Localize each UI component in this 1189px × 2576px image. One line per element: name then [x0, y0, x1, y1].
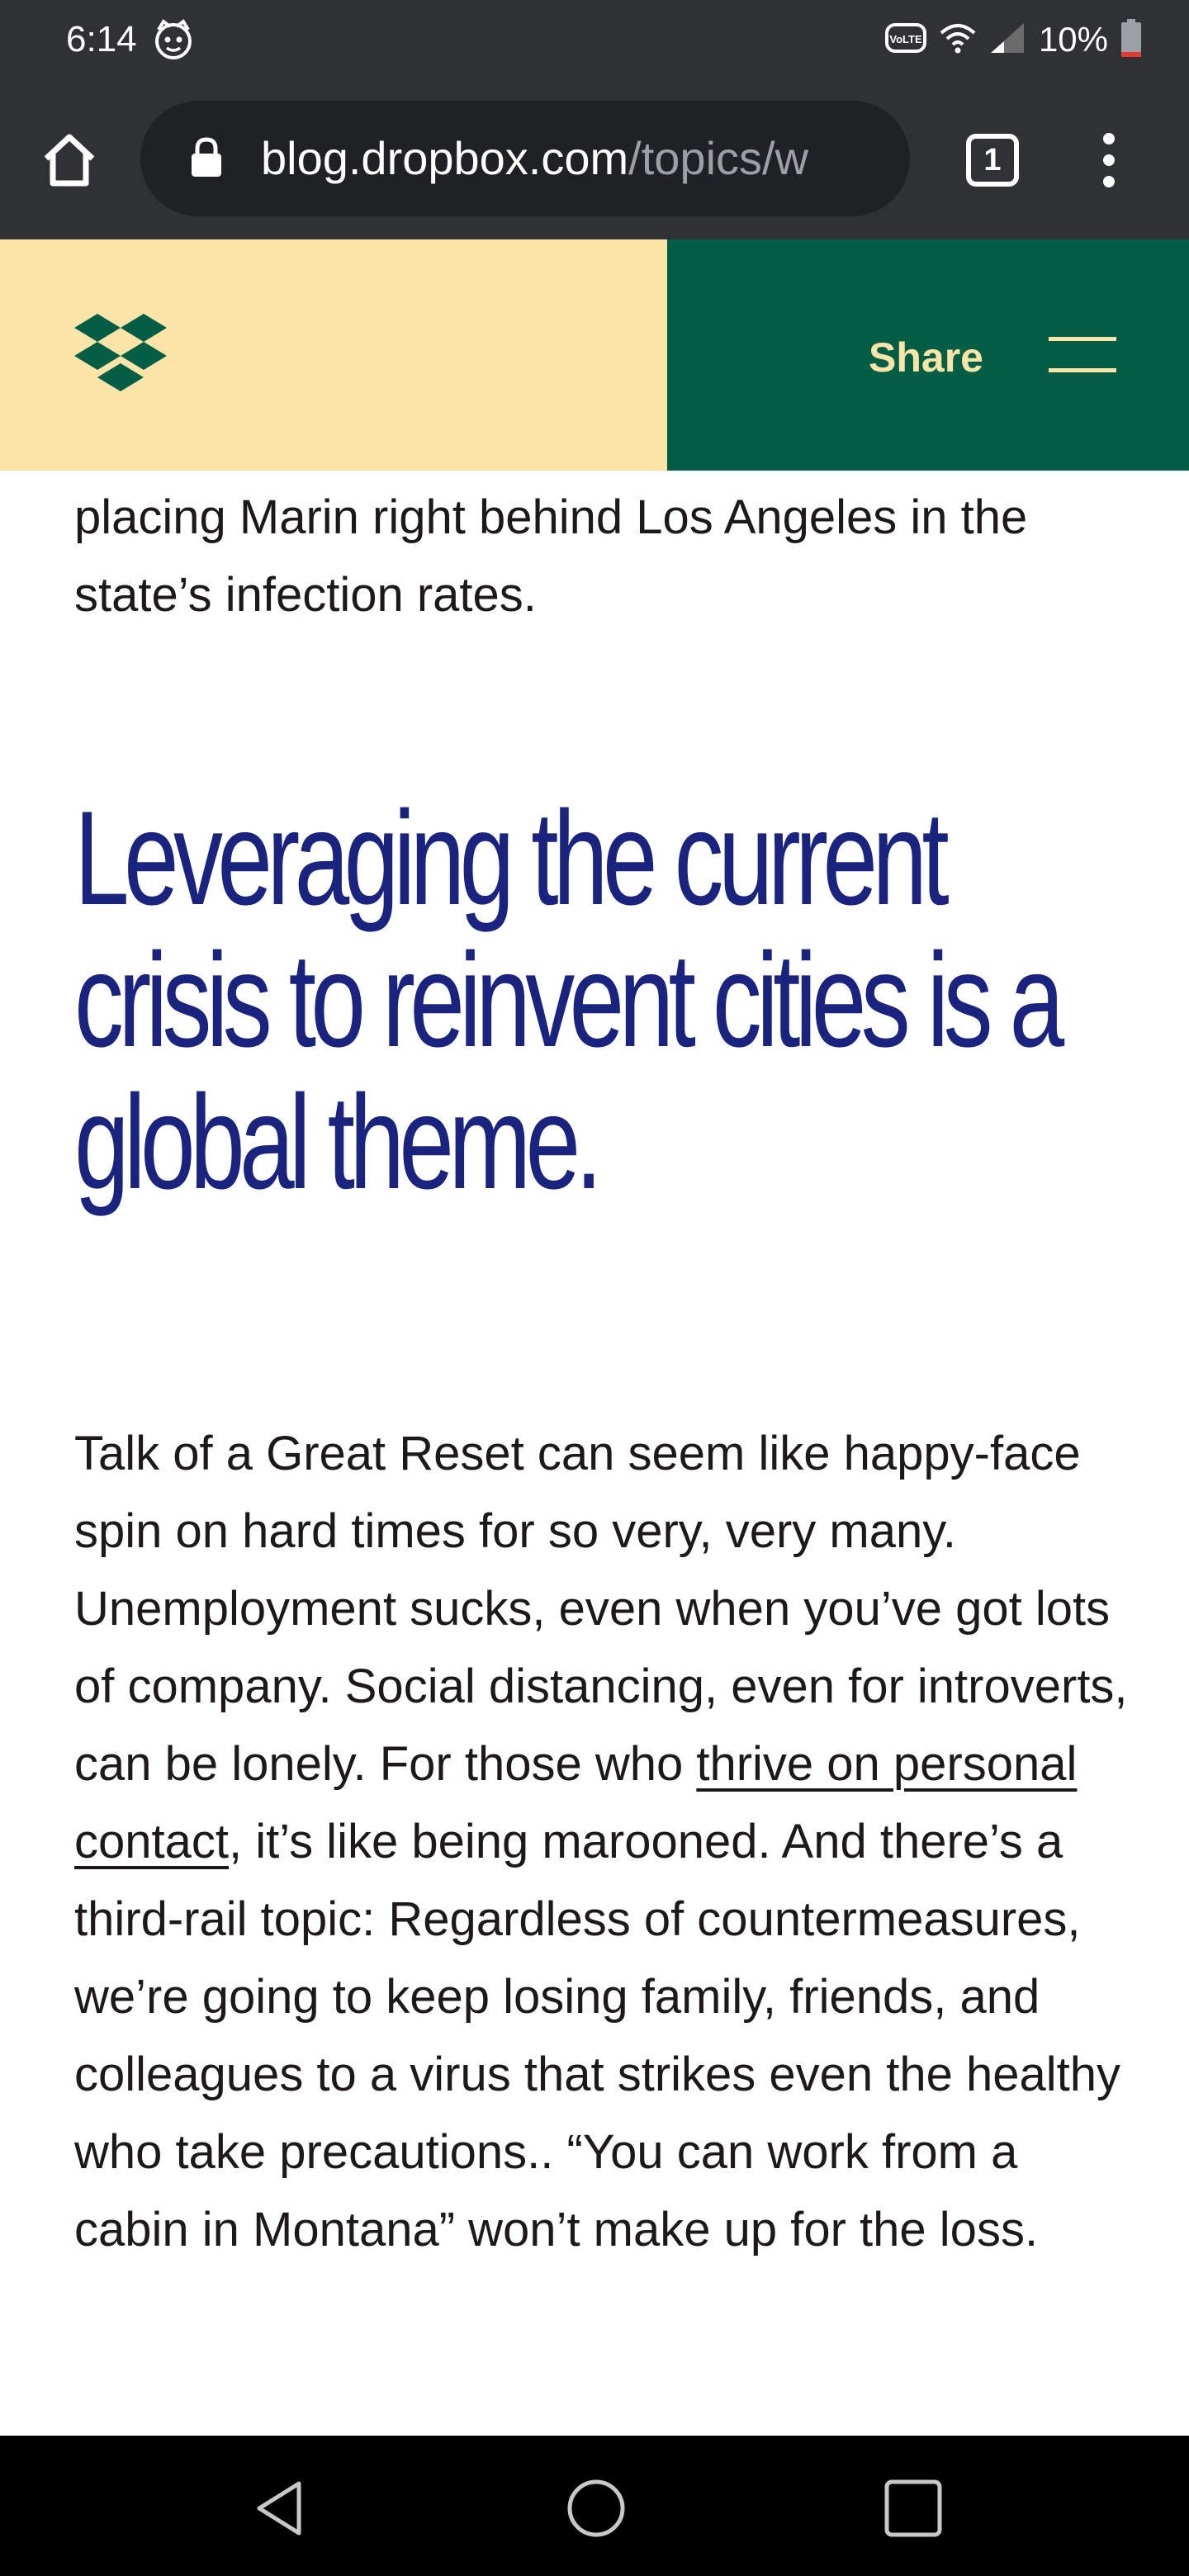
- status-bar: 6:14 VoLTE 10%: [0, 0, 1189, 79]
- battery-icon: [1120, 18, 1143, 61]
- article-content: placing Marin right behind Los Angeles i…: [0, 471, 1189, 2436]
- browser-toolbar: blog.dropbox.com/topics/w 1: [0, 79, 1189, 239]
- recents-square-icon[interactable]: [882, 2477, 945, 2540]
- url-path: /topics/w: [628, 132, 809, 184]
- url-bar[interactable]: blog.dropbox.com/topics/w: [140, 101, 910, 216]
- dropbox-logo-icon[interactable]: [73, 314, 168, 396]
- battery-percent: 10%: [1038, 20, 1108, 59]
- body-text-before-link: Talk of a Great Reset can seem like happ…: [74, 1427, 1128, 1791]
- back-triangle-icon[interactable]: [249, 2477, 312, 2540]
- status-time: 6:14: [66, 19, 137, 59]
- home-circle-icon[interactable]: [565, 2477, 628, 2540]
- tab-switcher-icon[interactable]: 1: [966, 134, 1019, 187]
- volte-label: VoLTE: [889, 33, 922, 45]
- intro-paragraph: placing Marin right behind Los Angeles i…: [74, 490, 1028, 622]
- hamburger-menu-icon[interactable]: [1049, 334, 1116, 376]
- url-host: blog.dropbox.com: [261, 132, 629, 184]
- status-indicators: VoLTE 10%: [874, 15, 1143, 64]
- share-button[interactable]: Share: [869, 329, 983, 386]
- site-header: Share: [0, 239, 1189, 471]
- home-icon[interactable]: [38, 129, 101, 192]
- body-text-after-link: , it’s like being marooned. And there’s …: [74, 1815, 1121, 2256]
- url-text[interactable]: blog.dropbox.com/topics/w: [261, 101, 888, 216]
- body-paragraph: Talk of a Great Reset can seem like happ…: [74, 1415, 1139, 2269]
- more-vert-icon[interactable]: [1087, 129, 1131, 192]
- header-logo-area: [0, 239, 667, 471]
- wifi-icon: [938, 21, 978, 59]
- section-heading: Leveraging the current crisis to reinven…: [74, 784, 1064, 1217]
- volte-icon: VoLTE: [884, 21, 926, 59]
- system-nav-bar: [0, 2436, 1189, 2576]
- lock-icon: [190, 137, 223, 178]
- napster-icon: [152, 18, 195, 61]
- header-actions: Share: [667, 239, 1189, 471]
- signal-icon: [989, 21, 1026, 59]
